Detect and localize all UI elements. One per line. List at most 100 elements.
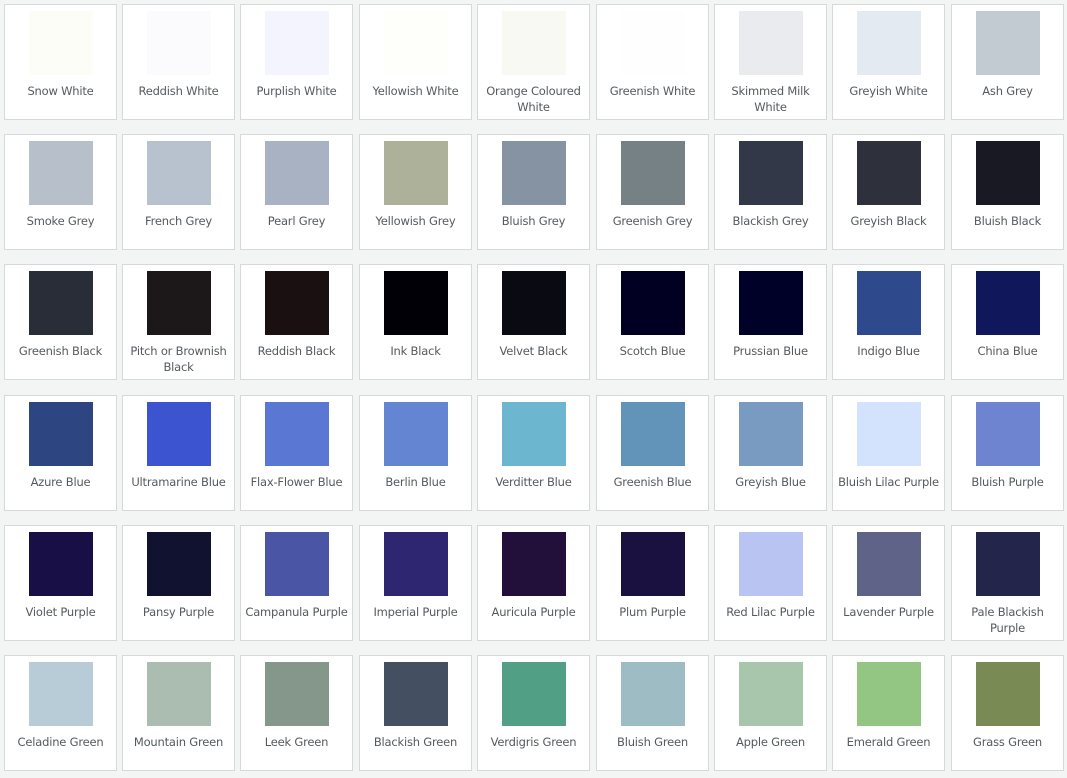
- color-name-label: Campanula Purple: [245, 605, 348, 619]
- color-name-label: Indigo Blue: [857, 344, 920, 358]
- color-name-label: Plum Purple: [619, 605, 686, 619]
- color-card[interactable]: Skimmed Milk White: [714, 4, 827, 120]
- color-card[interactable]: Indigo Blue: [832, 264, 945, 380]
- color-card[interactable]: Bluish Purple: [951, 395, 1064, 511]
- color-swatch: [856, 402, 921, 466]
- color-name-label: Greenish Black: [18, 344, 103, 358]
- color-card[interactable]: Grass Green: [951, 655, 1064, 771]
- color-card[interactable]: Greenish Blue: [596, 395, 709, 511]
- color-card[interactable]: Azure Blue: [4, 395, 117, 511]
- color-swatch: [738, 11, 803, 75]
- color-name-label: Bluish Purple: [971, 475, 1044, 489]
- color-card[interactable]: Bluish Green: [596, 655, 709, 771]
- color-card[interactable]: Snow White: [4, 4, 117, 120]
- color-name-label: Leek Green: [264, 735, 329, 749]
- color-card[interactable]: Greyish Black: [832, 134, 945, 250]
- color-card[interactable]: Bluish Black: [951, 134, 1064, 250]
- color-card[interactable]: Apple Green: [714, 655, 827, 771]
- color-card[interactable]: Imperial Purple: [359, 525, 472, 641]
- color-card[interactable]: Ash Grey: [951, 4, 1064, 120]
- color-name-label: Verdigris Green: [490, 735, 577, 749]
- color-card[interactable]: Flax-Flower Blue: [240, 395, 353, 511]
- color-card[interactable]: Lavender Purple: [832, 525, 945, 641]
- color-name-label: Purplish White: [256, 84, 337, 98]
- color-card[interactable]: Orange Coloured White: [477, 4, 590, 120]
- color-card[interactable]: Verdigris Green: [477, 655, 590, 771]
- color-card[interactable]: Greenish Grey: [596, 134, 709, 250]
- color-card[interactable]: Greenish Black: [4, 264, 117, 380]
- color-name-label: Lavender Purple: [843, 605, 934, 619]
- color-swatch: [620, 141, 685, 205]
- color-card[interactable]: Smoke Grey: [4, 134, 117, 250]
- color-card[interactable]: Pale Blackish Purple: [951, 525, 1064, 641]
- color-swatch: [620, 402, 685, 466]
- color-name-label: Bluish Green: [617, 735, 688, 749]
- color-swatch: [28, 141, 93, 205]
- color-name-label: Scotch Blue: [619, 344, 686, 358]
- color-card[interactable]: Ultramarine Blue: [122, 395, 235, 511]
- color-name-label: Violet Purple: [25, 605, 96, 619]
- color-swatch: [620, 271, 685, 335]
- color-card[interactable]: Auricula Purple: [477, 525, 590, 641]
- color-card[interactable]: Yellowish Grey: [359, 134, 472, 250]
- color-name-label: French Grey: [145, 214, 212, 228]
- color-swatch: [28, 402, 93, 466]
- color-card[interactable]: Blackish Grey: [714, 134, 827, 250]
- color-swatch-grid: Snow White Reddish White Purplish White Yel…: [0, 0, 1067, 778]
- color-name-label: Red Lilac Purple: [726, 605, 815, 619]
- color-card[interactable]: Bluish Lilac Purple: [832, 395, 945, 511]
- color-name-label: China Blue: [977, 344, 1038, 358]
- color-swatch: [738, 271, 803, 335]
- color-card[interactable]: Berlin Blue: [359, 395, 472, 511]
- color-name-label: Pansy Purple: [142, 605, 215, 619]
- color-card[interactable]: Celadine Green: [4, 655, 117, 771]
- color-swatch: [264, 402, 329, 466]
- color-card[interactable]: Prussian Blue: [714, 264, 827, 380]
- color-swatch: [264, 11, 329, 75]
- color-name-label: Auricula Purple: [491, 605, 576, 619]
- color-card[interactable]: Pearl Grey: [240, 134, 353, 250]
- color-card[interactable]: Yellowish White: [359, 4, 472, 120]
- color-name-label: Snow White: [27, 84, 94, 98]
- color-card[interactable]: Plum Purple: [596, 525, 709, 641]
- color-card[interactable]: Scotch Blue: [596, 264, 709, 380]
- color-card[interactable]: Reddish White: [122, 4, 235, 120]
- color-name-label: Verditter Blue: [495, 475, 572, 489]
- color-card[interactable]: Pitch or Brownish Black: [122, 264, 235, 380]
- color-swatch: [264, 532, 329, 596]
- color-name-label: Grass Green: [973, 735, 1042, 749]
- color-card[interactable]: Reddish Black: [240, 264, 353, 380]
- color-card[interactable]: Verditter Blue: [477, 395, 590, 511]
- color-swatch: [383, 11, 448, 75]
- color-swatch: [620, 532, 685, 596]
- color-card[interactable]: French Grey: [122, 134, 235, 250]
- color-name-label: Bluish Grey: [501, 214, 566, 228]
- color-swatch: [501, 532, 566, 596]
- color-card[interactable]: Red Lilac Purple: [714, 525, 827, 641]
- color-name-label: Ink Black: [390, 344, 441, 358]
- color-name-label: Greenish Blue: [613, 475, 692, 489]
- color-card[interactable]: Mountain Green: [122, 655, 235, 771]
- color-swatch: [383, 141, 448, 205]
- color-card[interactable]: Greyish White: [832, 4, 945, 120]
- color-card[interactable]: Velvet Black: [477, 264, 590, 380]
- color-name-label: Ultramarine Blue: [131, 475, 226, 489]
- color-card[interactable]: Pansy Purple: [122, 525, 235, 641]
- color-card[interactable]: Blackish Green: [359, 655, 472, 771]
- color-card[interactable]: Violet Purple: [4, 525, 117, 641]
- color-swatch: [975, 532, 1040, 596]
- color-card[interactable]: Campanula Purple: [240, 525, 353, 641]
- color-card[interactable]: Greenish White: [596, 4, 709, 120]
- color-card[interactable]: Emerald Green: [832, 655, 945, 771]
- color-card[interactable]: Ink Black: [359, 264, 472, 380]
- color-name-label: Celadine Green: [17, 735, 104, 749]
- color-card[interactable]: Bluish Grey: [477, 134, 590, 250]
- color-card[interactable]: Purplish White: [240, 4, 353, 120]
- color-swatch: [146, 11, 211, 75]
- color-swatch: [146, 532, 211, 596]
- color-swatch: [738, 402, 803, 466]
- color-card[interactable]: Greyish Blue: [714, 395, 827, 511]
- color-swatch: [501, 402, 566, 466]
- color-card[interactable]: China Blue: [951, 264, 1064, 380]
- color-card[interactable]: Leek Green: [240, 655, 353, 771]
